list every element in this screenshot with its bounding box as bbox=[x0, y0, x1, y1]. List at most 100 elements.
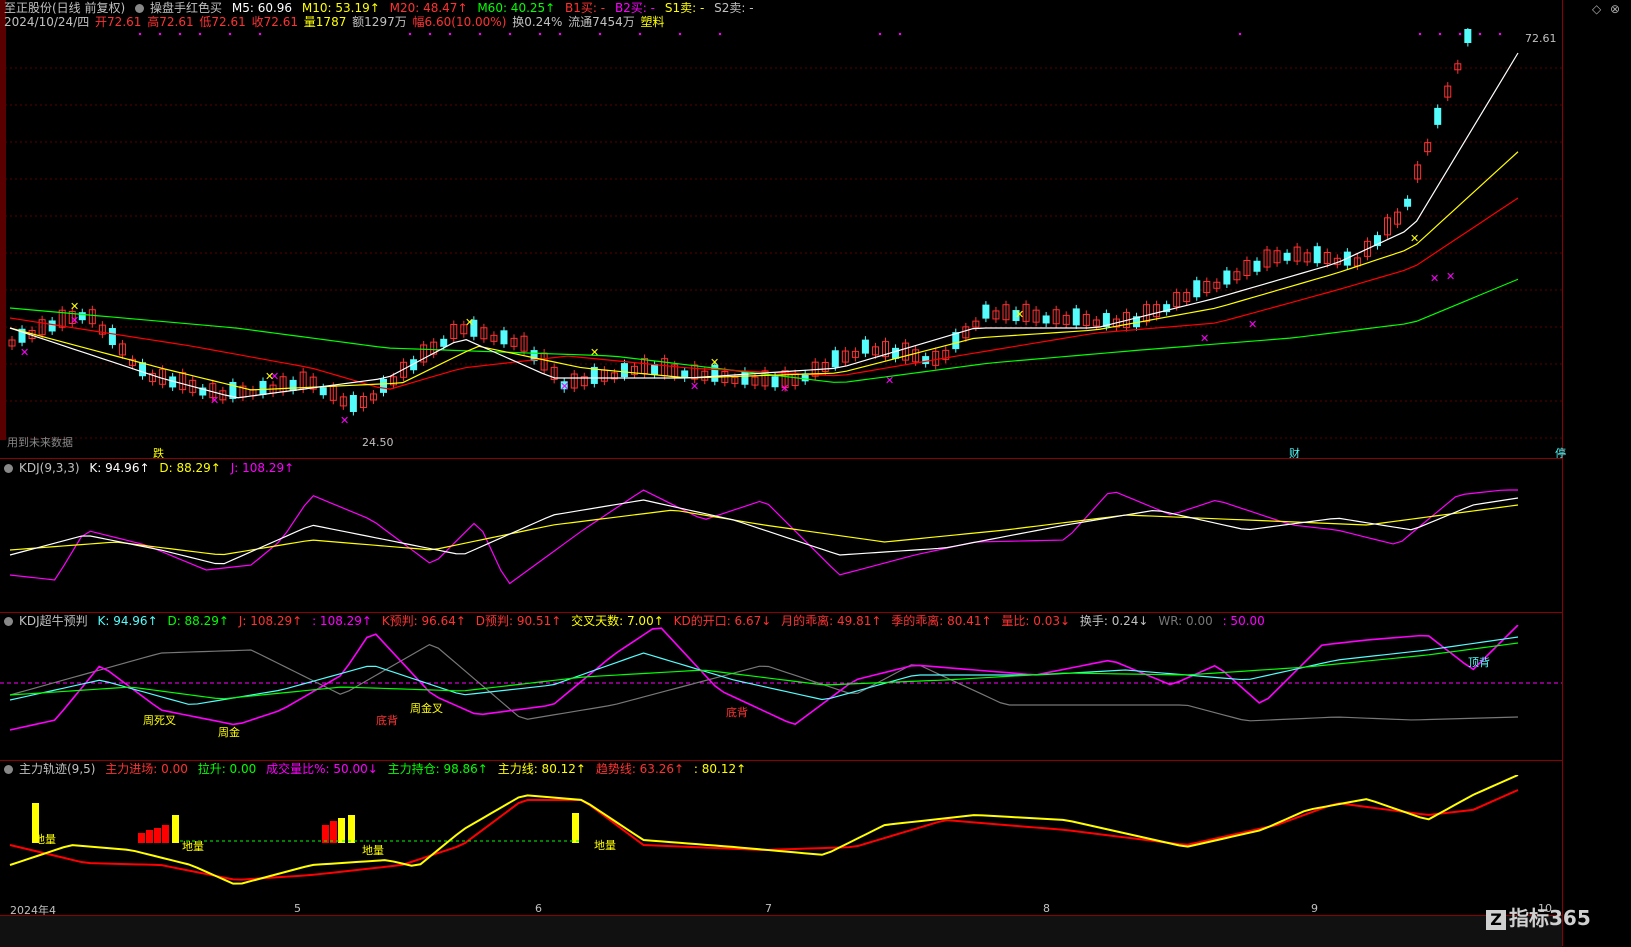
b2-value: B2买: - bbox=[614, 1, 655, 15]
quote-close: 收72.61 bbox=[251, 15, 298, 29]
candle-body bbox=[1223, 270, 1231, 285]
volume-bar bbox=[162, 825, 169, 843]
ma60-line bbox=[9, 278, 1519, 383]
candle-body bbox=[1253, 260, 1261, 272]
signal-dot bbox=[508, 32, 512, 36]
bottom-tab-bar[interactable] bbox=[0, 915, 1562, 947]
signal-dot bbox=[1238, 32, 1242, 36]
candle-body bbox=[771, 376, 779, 388]
quote-open: 开72.61 bbox=[95, 15, 142, 29]
signal-dot bbox=[478, 32, 482, 36]
s1-value: S1卖: - bbox=[664, 1, 705, 15]
formula-name[interactable]: 操盘手红色买 bbox=[150, 1, 222, 15]
quote-low: 低72.61 bbox=[199, 15, 246, 29]
signal-dot bbox=[258, 32, 262, 36]
sell-x-marker: ✕ bbox=[885, 374, 894, 387]
sell-x-marker: ✕ bbox=[340, 414, 349, 427]
signal-dot bbox=[678, 32, 682, 36]
volume-bar bbox=[322, 825, 329, 843]
mf-title[interactable]: 主力轨迹(9,5) bbox=[19, 762, 95, 776]
signal-dot bbox=[198, 32, 202, 36]
quote-high: 高72.61 bbox=[147, 15, 194, 29]
signal-dot bbox=[558, 32, 562, 36]
candlestick-chart[interactable]: ✕✕✕✕✕✕ ✕ ✕✕✕✕✕ ✕✕✕✕✕✕✕✕ bbox=[0, 28, 1562, 446]
right-price-scale bbox=[1562, 0, 1631, 946]
label-low-volume: 地量 bbox=[182, 840, 204, 853]
signal-dot bbox=[1498, 32, 1502, 36]
candle-body bbox=[1072, 308, 1080, 326]
main-force-toggle-icon[interactable] bbox=[4, 765, 13, 774]
mf-enter: 主力进场: 0.00 bbox=[105, 762, 188, 776]
candle-body bbox=[48, 320, 56, 332]
buy-x-marker: ✕ bbox=[70, 300, 79, 313]
candle-body bbox=[982, 304, 990, 319]
x-axis-label: 9 bbox=[1311, 902, 1318, 915]
signal-dot bbox=[1478, 32, 1482, 36]
volume-bar bbox=[172, 815, 179, 843]
candle-body bbox=[1434, 107, 1442, 125]
label-week-gold-cross: 周金叉 bbox=[410, 702, 443, 715]
candle-body bbox=[1313, 246, 1321, 264]
signal-dot bbox=[898, 32, 902, 36]
quote-date: 2024/10/24/四 bbox=[4, 15, 90, 29]
m5-value: M5: 60.96 bbox=[231, 1, 293, 15]
mf-trend: 趋势线: 63.26↑ bbox=[595, 762, 685, 776]
x-axis-label: 7 bbox=[765, 902, 772, 915]
candle-body bbox=[319, 387, 327, 396]
main-force-chart[interactable] bbox=[0, 775, 1562, 915]
candle-body bbox=[861, 339, 869, 354]
sell-x-marker: ✕ bbox=[1200, 332, 1209, 345]
signal-dot bbox=[178, 32, 182, 36]
candle-body bbox=[892, 347, 900, 359]
candle-body bbox=[1283, 252, 1291, 261]
close-icon[interactable]: ⊗ bbox=[1610, 2, 1620, 16]
candle-body bbox=[952, 332, 960, 350]
m60-value: M60: 40.25↑ bbox=[477, 1, 556, 15]
label-top-divergence: 顶背 bbox=[1468, 656, 1490, 669]
logo-icon: Z bbox=[1486, 910, 1506, 930]
candle-body bbox=[1193, 280, 1201, 298]
mf-hold: 主力持仓: 98.86↑ bbox=[387, 762, 488, 776]
buy-x-marker: ✕ bbox=[710, 356, 719, 369]
quote-sector[interactable]: 塑料 bbox=[641, 15, 665, 29]
candle-body bbox=[500, 330, 508, 345]
quote-float: 流通7454万 bbox=[568, 15, 635, 29]
label-low-volume: 地量 bbox=[362, 844, 384, 857]
watermark-text: 指标365 bbox=[1509, 906, 1591, 930]
label-low-volume: 地量 bbox=[594, 839, 616, 852]
volume-bar bbox=[572, 813, 579, 843]
buy-x-marker: ✕ bbox=[465, 316, 474, 329]
label-bottom-divergence: 底背 bbox=[726, 706, 748, 719]
volume-bar bbox=[138, 833, 145, 843]
candle-body bbox=[651, 364, 659, 376]
s2-value: S2卖: - bbox=[714, 1, 754, 15]
candle-body bbox=[1042, 315, 1050, 324]
stock-title[interactable]: 至正股份(日线 前复权) bbox=[4, 1, 125, 15]
sell-x-marker: ✕ bbox=[1446, 270, 1455, 283]
candle-body bbox=[1464, 29, 1472, 44]
candle-body bbox=[741, 370, 749, 385]
formula-toggle-icon[interactable] bbox=[135, 4, 145, 13]
low-price-label: 24.50 bbox=[362, 436, 394, 449]
sell-x-marker: ✕ bbox=[70, 314, 79, 327]
bull-k-line bbox=[9, 636, 1519, 705]
kdj-k-line bbox=[9, 497, 1519, 565]
candle-body bbox=[801, 373, 809, 382]
mf-v2: : 80.12↑ bbox=[693, 762, 747, 776]
signal-dot bbox=[1438, 32, 1442, 36]
kdj-chart[interactable] bbox=[0, 470, 1562, 610]
quote-change: 幅6.60(10.00%) bbox=[412, 15, 507, 29]
bull-d-line bbox=[9, 642, 1519, 700]
collapse-icon[interactable]: ◇ bbox=[1592, 2, 1601, 16]
candle-body bbox=[922, 356, 930, 365]
quote-amount: 额1297万 bbox=[352, 15, 407, 29]
x-axis-label: 5 bbox=[294, 902, 301, 915]
signal-dot bbox=[1418, 32, 1422, 36]
future-data-note: 用到未来数据 bbox=[7, 436, 73, 449]
candle-body bbox=[1404, 198, 1412, 207]
buy-x-marker: ✕ bbox=[1410, 232, 1419, 245]
candle-body bbox=[379, 378, 387, 393]
main-force-line-yellow bbox=[9, 775, 1519, 885]
candle-body bbox=[108, 328, 116, 346]
quote-volume: 量1787 bbox=[303, 15, 347, 29]
